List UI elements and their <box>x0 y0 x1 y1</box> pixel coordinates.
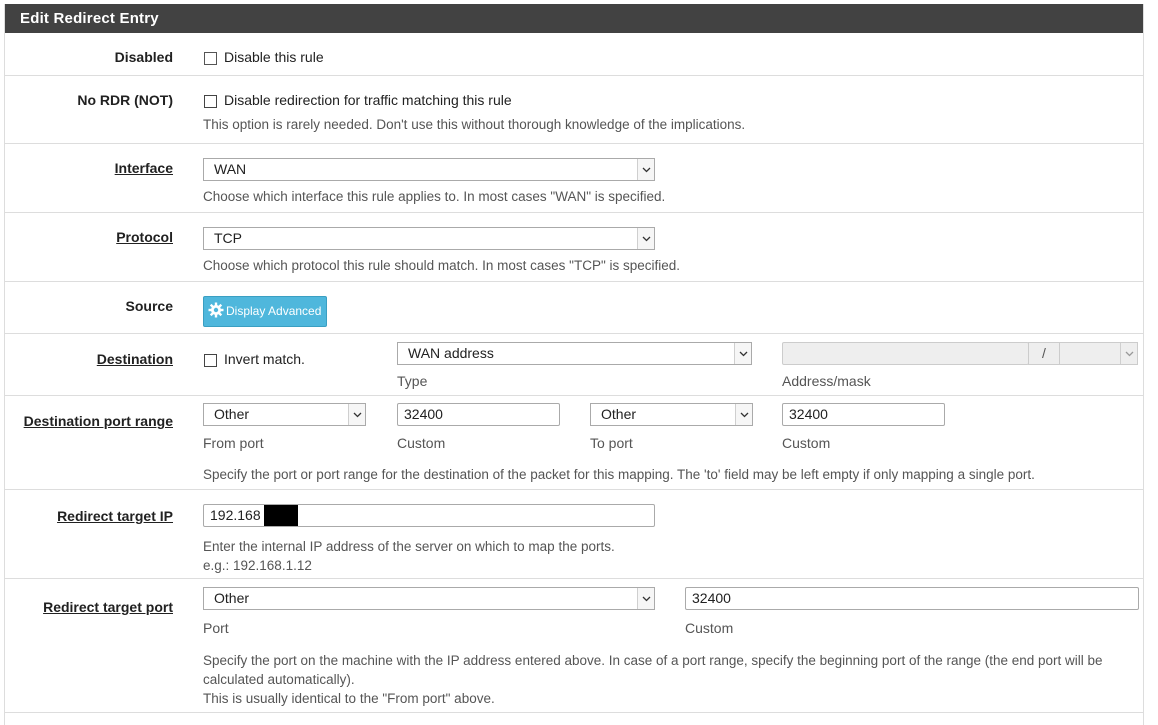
protocol-label: Protocol <box>116 229 173 245</box>
interface-help: Choose which interface this rule applies… <box>203 189 666 204</box>
row-target-port: Redirect target port Other Port 32400 Cu… <box>5 579 1143 713</box>
destination-mask-select[interactable] <box>1059 342 1138 365</box>
display-advanced-label: Display Advanced <box>226 304 322 318</box>
target-port-select[interactable]: Other <box>203 587 655 610</box>
invert-match-text: Invert match. <box>224 351 305 367</box>
target-port-label: Redirect target port <box>43 599 173 615</box>
interface-select[interactable]: WAN <box>203 158 655 181</box>
target-ip-help: Enter the internal IP address of the ser… <box>203 539 615 554</box>
from-port-custom-input[interactable]: 32400 <box>397 403 560 426</box>
target-ip-label: Redirect target IP <box>57 508 173 524</box>
target-ip-value: 192.168 <box>210 507 261 523</box>
redaction-box <box>264 505 298 526</box>
chevron-down-icon <box>734 343 751 364</box>
disable-rule-checkbox[interactable] <box>204 50 217 66</box>
row-target-ip: Redirect target IP 192.168 Enter the int… <box>5 490 1143 579</box>
edit-redirect-panel: Edit Redirect Entry Disabled Disable thi… <box>4 4 1144 725</box>
chevron-down-icon <box>637 159 654 180</box>
row-nordr: No RDR (NOT) Disable redirection for tra… <box>5 76 1143 144</box>
destination-address-input[interactable] <box>782 342 1029 365</box>
row-destination: Destination Invert match. WAN address Ty… <box>5 334 1143 396</box>
row-dest-port: Destination port range Other From port 3… <box>5 396 1143 490</box>
to-port-value: Other <box>601 406 637 422</box>
protocol-help: Choose which protocol this rule should m… <box>203 258 681 273</box>
row-disabled: Disabled Disable this rule <box>5 33 1143 76</box>
target-port-custom-input[interactable]: 32400 <box>685 587 1139 610</box>
nordr-checkbox[interactable] <box>204 93 217 109</box>
destination-type-caption: Type <box>397 373 428 389</box>
display-advanced-button[interactable]: Display Advanced <box>203 296 328 329</box>
to-port-caption: To port <box>590 435 633 451</box>
dest-port-label: Destination port range <box>23 413 173 429</box>
target-port-custom-caption: Custom <box>685 620 734 636</box>
target-port-help-1: Specify the port on the machine with the… <box>203 653 1103 668</box>
row-interface: Interface WAN Choose which interface thi… <box>5 144 1143 213</box>
protocol-select[interactable]: TCP <box>203 227 655 250</box>
interface-label: Interface <box>114 160 173 176</box>
target-port-select-value: Other <box>214 590 250 606</box>
interface-select-value: WAN <box>214 161 247 177</box>
to-port-select[interactable]: Other <box>590 403 753 426</box>
destination-type-value: WAN address <box>408 345 494 361</box>
target-ip-example: e.g.: 192.168.1.12 <box>203 558 312 573</box>
chevron-down-icon <box>735 404 752 425</box>
destination-type-select[interactable]: WAN address <box>397 342 752 365</box>
source-label: Source <box>125 298 173 314</box>
from-custom-caption: Custom <box>397 435 446 451</box>
nordr-help: This option is rarely needed. Don't use … <box>203 117 746 132</box>
mask-separator: / <box>1028 342 1060 365</box>
chevron-down-icon <box>1120 343 1137 364</box>
address-mask-caption: Address/mask <box>782 373 871 389</box>
panel-title: Edit Redirect Entry <box>5 4 1143 33</box>
chevron-down-icon <box>348 404 365 425</box>
target-port-help-2: calculated automatically). <box>203 672 355 687</box>
to-custom-caption: Custom <box>782 435 831 451</box>
protocol-select-value: TCP <box>214 230 242 246</box>
gear-icon <box>208 300 224 329</box>
destination-label: Destination <box>96 351 173 367</box>
from-port-caption: From port <box>203 435 264 451</box>
nordr-label: No RDR (NOT) <box>77 92 173 108</box>
chevron-down-icon <box>637 588 654 609</box>
row-protocol: Protocol TCP Choose which protocol this … <box>5 213 1143 282</box>
row-source: Source Display Advanced <box>5 282 1143 334</box>
invert-match-checkbox[interactable] <box>204 352 217 368</box>
dest-port-help: Specify the port or port range for the d… <box>203 467 1035 482</box>
chevron-down-icon <box>637 228 654 249</box>
to-port-custom-input[interactable]: 32400 <box>782 403 945 426</box>
target-port-caption: Port <box>203 620 229 636</box>
from-port-value: Other <box>214 406 250 422</box>
disabled-label: Disabled <box>114 49 173 65</box>
disable-rule-text: Disable this rule <box>224 49 324 65</box>
from-port-select[interactable]: Other <box>203 403 366 426</box>
target-port-help-3: This is usually identical to the "From p… <box>203 691 495 706</box>
nordr-text: Disable redirection for traffic matching… <box>224 92 512 108</box>
